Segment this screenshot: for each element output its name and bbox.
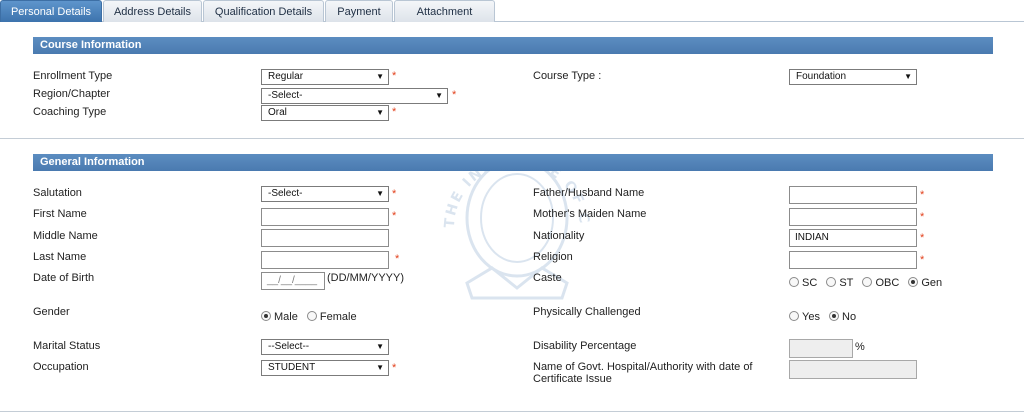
gender-option-female[interactable]: Female bbox=[306, 311, 357, 323]
father-husband-name-input[interactable] bbox=[789, 186, 917, 204]
disability-percentage-input[interactable] bbox=[789, 339, 853, 358]
required-asterisk: * bbox=[920, 189, 925, 201]
govt-hospital-label-line2: Certificate Issue bbox=[533, 373, 612, 385]
gender-option-male[interactable]: Male bbox=[261, 311, 298, 323]
radio-icon[interactable] bbox=[261, 311, 271, 321]
caste-option-obc[interactable]: OBC bbox=[862, 277, 899, 289]
last-name-label: Last Name bbox=[33, 251, 87, 263]
salutation-label: Salutation bbox=[33, 187, 82, 199]
marital-status-select[interactable]: --Select-- ▼ bbox=[261, 339, 389, 355]
coaching-type-select[interactable]: Oral ▼ bbox=[261, 105, 389, 121]
radio-icon[interactable] bbox=[789, 311, 799, 321]
occupation-select[interactable]: STUDENT ▼ bbox=[261, 360, 389, 376]
physically-challenged-option-no[interactable]: No bbox=[829, 311, 856, 323]
radio-icon[interactable] bbox=[789, 277, 799, 287]
physically-challenged-label: Physically Challenged bbox=[533, 306, 641, 318]
last-name-input[interactable] bbox=[261, 251, 389, 269]
nationality-label: Nationality bbox=[533, 230, 585, 242]
middle-name-label: Middle Name bbox=[33, 230, 98, 242]
date-of-birth-input[interactable]: __/__/____ bbox=[261, 272, 325, 290]
radio-icon[interactable] bbox=[826, 277, 837, 287]
required-asterisk: * bbox=[920, 254, 925, 266]
radio-icon[interactable] bbox=[862, 277, 873, 287]
tab-address-details[interactable]: Address Details bbox=[103, 0, 202, 22]
enrollment-type-select[interactable]: Regular ▼ bbox=[261, 69, 389, 85]
occupation-value: STUDENT bbox=[268, 362, 316, 373]
course-type-label: Course Type : bbox=[533, 70, 602, 82]
caste-option-st[interactable]: ST bbox=[826, 277, 853, 289]
marital-status-value: --Select-- bbox=[268, 341, 310, 352]
required-asterisk: * bbox=[392, 188, 397, 200]
required-asterisk: * bbox=[452, 89, 457, 101]
salutation-select[interactable]: -Select- ▼ bbox=[261, 186, 389, 202]
required-asterisk: * bbox=[392, 210, 397, 222]
mothers-maiden-name-label: Mother's Maiden Name bbox=[533, 208, 647, 220]
required-asterisk: * bbox=[392, 106, 397, 118]
religion-label: Religion bbox=[533, 251, 573, 263]
chevron-down-icon: ▼ bbox=[435, 91, 443, 100]
tab-bar: Personal Details Address Details Qualifi… bbox=[0, 0, 1024, 22]
mothers-maiden-name-input[interactable] bbox=[789, 208, 917, 226]
nationality-input[interactable]: INDIAN bbox=[789, 229, 917, 247]
course-type-select[interactable]: Foundation ▼ bbox=[789, 69, 917, 85]
date-of-birth-label: Date of Birth bbox=[33, 272, 95, 284]
general-information-header: General Information bbox=[33, 154, 993, 171]
caste-radio-group: SC ST OBC Gen bbox=[789, 277, 948, 289]
tab-qualification-details[interactable]: Qualification Details bbox=[203, 0, 324, 22]
radio-icon[interactable] bbox=[908, 277, 919, 287]
required-asterisk: * bbox=[392, 362, 397, 374]
date-format-hint: (DD/MM/YYYY) bbox=[327, 272, 404, 284]
required-asterisk: * bbox=[920, 232, 925, 244]
religion-input[interactable] bbox=[789, 251, 917, 269]
region-chapter-label: Region/Chapter bbox=[33, 88, 111, 100]
gender-label: Gender bbox=[33, 306, 70, 318]
tab-personal-details[interactable]: Personal Details bbox=[0, 0, 102, 22]
occupation-label: Occupation bbox=[33, 361, 89, 373]
gender-radio-group: Male Female bbox=[261, 311, 363, 323]
region-chapter-value: -Select- bbox=[268, 90, 303, 101]
physically-challenged-radio-group: Yes No bbox=[789, 311, 862, 323]
section-divider bbox=[0, 138, 1024, 139]
region-chapter-select[interactable]: -Select- ▼ bbox=[261, 88, 448, 104]
required-asterisk: * bbox=[395, 253, 400, 265]
caste-option-gen[interactable]: Gen bbox=[908, 277, 942, 289]
middle-name-input[interactable] bbox=[261, 229, 389, 247]
required-asterisk: * bbox=[920, 211, 925, 223]
tab-attachment[interactable]: Attachment bbox=[394, 0, 495, 22]
course-information-header: Course Information bbox=[33, 37, 993, 54]
first-name-input[interactable] bbox=[261, 208, 389, 226]
govt-hospital-input[interactable] bbox=[789, 360, 917, 379]
father-husband-name-label: Father/Husband Name bbox=[533, 187, 645, 199]
first-name-label: First Name bbox=[33, 208, 87, 220]
chevron-down-icon: ▼ bbox=[376, 72, 384, 81]
disability-percentage-label: Disability Percentage bbox=[533, 340, 637, 352]
section-divider-bottom bbox=[0, 411, 1024, 412]
caste-option-sc[interactable]: SC bbox=[789, 277, 817, 289]
required-asterisk: * bbox=[392, 70, 397, 82]
coaching-type-label: Coaching Type bbox=[33, 106, 107, 118]
chevron-down-icon: ▼ bbox=[376, 108, 384, 117]
chevron-down-icon: ▼ bbox=[376, 363, 384, 372]
chevron-down-icon: ▼ bbox=[376, 189, 384, 198]
course-type-value: Foundation bbox=[796, 71, 847, 82]
chevron-down-icon: ▼ bbox=[904, 72, 912, 81]
radio-icon[interactable] bbox=[306, 311, 317, 321]
chevron-down-icon: ▼ bbox=[376, 342, 384, 351]
coaching-type-value: Oral bbox=[268, 107, 287, 118]
physically-challenged-option-yes[interactable]: Yes bbox=[789, 311, 820, 323]
enrollment-type-label: Enrollment Type bbox=[33, 70, 113, 82]
enrollment-type-value: Regular bbox=[268, 71, 304, 82]
marital-status-label: Marital Status bbox=[33, 340, 101, 352]
salutation-value: -Select- bbox=[268, 188, 303, 199]
radio-icon[interactable] bbox=[829, 311, 840, 321]
tab-payment[interactable]: Payment bbox=[325, 0, 393, 22]
caste-label: Caste bbox=[533, 272, 562, 284]
percent-unit: % bbox=[855, 341, 865, 353]
